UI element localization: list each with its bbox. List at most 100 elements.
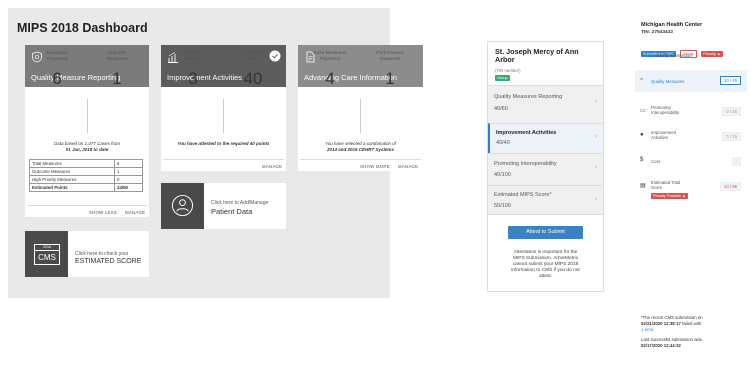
advancing-care-card: Advancing Care Information Base Measures… <box>298 45 423 171</box>
calculator-icon: ▤ <box>640 183 646 189</box>
metric-value: 1 <box>112 69 122 88</box>
score-row-label: Estimated Total Score <box>651 180 681 190</box>
quality-measure-card: Quality Measure Reporting Measures Repor… <box>25 45 149 217</box>
metric-label: Estimated Points <box>242 51 264 62</box>
divider <box>360 99 361 133</box>
metric-label: Outcome Measures <box>106 51 128 62</box>
table-cell: 1 <box>114 167 143 176</box>
score-value: 0 / 25 <box>722 107 741 116</box>
org-tin: TIN: 27543432 <box>641 30 673 35</box>
attestation-info: Attestation is important for the MIPS Su… <box>494 250 597 280</box>
estimated-score-card[interactable]: 2018 CMS Click here to check your ESTIMA… <box>25 231 149 277</box>
divider <box>163 159 284 160</box>
table-cell: 0 <box>114 175 143 184</box>
item-score: 50/100 <box>494 203 511 209</box>
tin-number: (TIN number) <box>495 68 521 73</box>
score-row-label: Promoting Interoperability <box>651 105 680 115</box>
improvement-note: You have attested to the required 40 poi… <box>177 141 270 146</box>
metric-label: Base Measures Reported <box>313 51 347 62</box>
measures-reported-metric: Measures Reported 6 <box>27 51 87 89</box>
score-row-label: Quality Measures <box>651 79 685 84</box>
footer-text: failed with <box>680 321 702 326</box>
penalty-possible-label: Penalty Possible <box>653 194 682 198</box>
table-row: Estimated Points 24/60 <box>29 183 143 192</box>
org-name: Michigan Health Center <box>641 22 703 28</box>
dollar-icon: $ <box>640 157 644 163</box>
divider <box>300 159 421 160</box>
outcome-measures-metric: Outcome Measures 1 <box>87 51 147 89</box>
show-less-link[interactable]: SHOW LESS <box>89 210 117 215</box>
attest-submit-button[interactable]: Attest to Submit <box>508 226 583 239</box>
group-summary-panel: St. Joseph Mercy of Ann Arbor (TIN numbe… <box>487 41 604 292</box>
metric-value: 1 <box>385 69 395 88</box>
score-row-label: Cost <box>651 159 660 164</box>
estimated-points-metric: Estimated Points 40 <box>223 51 283 89</box>
cms-logo: 2018 CMS <box>34 244 60 265</box>
error-link[interactable]: 1 error <box>641 53 654 58</box>
note-line: 2014 and 2015 CEHRT Systems <box>327 147 394 152</box>
error-text: during submission <box>654 53 692 58</box>
item-title: Quality Measures Reporting <box>494 94 563 100</box>
list-item-estimated-score[interactable]: Estimated MIPS Score* 50/100 › <box>488 185 603 215</box>
table-row: Outcome Measures 1 <box>29 167 143 176</box>
list-item-interoperability[interactable]: Promoting Interoperability 40/100 › <box>488 153 603 185</box>
item-title: Estimated MIPS Score* <box>494 192 552 198</box>
item-score: 40/100 <box>494 172 511 178</box>
penalty-badge-label: Penalty <box>703 52 716 56</box>
submission-footer: *The recent CMS submission on 02/21/2020… <box>641 315 745 349</box>
score-row-cost[interactable]: $ Cost - <box>635 151 747 173</box>
patient-data-card[interactable]: Click here to Add/Manage Patient Data <box>161 183 286 229</box>
score-row-total[interactable]: ▤ Estimated Total Score 10 / 85 Penalty … <box>635 176 747 206</box>
metric-value: 40 <box>243 69 263 88</box>
metric-label: Measures Reported <box>46 51 68 62</box>
score-row-quality[interactable]: ≈ Quality Measures 10 / 45 <box>635 70 747 92</box>
patient-icon-box <box>161 183 204 229</box>
patient-card-line2: Patient Data <box>211 207 253 216</box>
base-measures-metric: Base Measures Reported 4 <box>300 51 360 89</box>
info-line: attest. <box>538 274 553 279</box>
group-badge: Group <box>495 75 510 81</box>
table-cell: High Priority Measures <box>29 175 115 184</box>
organization-panel: Michigan Health Center TIN: 27543432 Sub… <box>635 12 750 378</box>
performance-measures-metric: Performance Measures 1 <box>360 51 420 89</box>
monitor-icon: ▭ <box>640 108 646 114</box>
footer-error-link[interactable]: 1 error. <box>641 327 745 333</box>
footer-date: 02/21/2020 12:38:17 <box>641 321 681 326</box>
cms-logo-box: 2018 CMS <box>25 231 68 277</box>
table-cell: 24/60 <box>114 183 143 192</box>
manage-improvement-link[interactable]: MANAGE <box>262 164 282 169</box>
note-line: 01 Jan, 2018 to date <box>65 147 109 152</box>
table-row: Total Measures 6 <box>29 159 143 168</box>
divider <box>27 205 147 206</box>
manage-aci-link[interactable]: MANAGE <box>398 164 418 169</box>
item-score: 40/40 <box>496 140 510 146</box>
cms-card-line2: ESTIMATED SCORE <box>75 258 142 265</box>
group-name: St. Joseph Mercy of Ann Arbor <box>495 48 579 64</box>
divider <box>87 99 88 133</box>
error-message: 1 error during submission <box>641 53 692 58</box>
item-title: Promoting Interoperability <box>494 161 557 167</box>
warning-icon: ▲ <box>717 52 721 56</box>
penalty-badge: Penalty ▲ <box>701 51 723 57</box>
chevron-right-icon: › <box>595 134 597 140</box>
metric-value: 4 <box>325 69 335 88</box>
check-circle-icon: ● <box>640 132 644 138</box>
list-item-quality[interactable]: Quality Measures Reporting 40/60 › <box>488 85 603 123</box>
divider <box>223 99 224 133</box>
table-cell: Outcome Measures <box>29 167 115 176</box>
patient-card-line1: Click here to Add/Manage <box>211 200 269 206</box>
pulse-icon: ≈ <box>640 77 644 83</box>
score-row-interoperability[interactable]: ▭ Promoting Interoperability 0 / 25 <box>635 100 747 122</box>
table-row: High Priority Measures 0 <box>29 175 143 184</box>
manage-quality-link[interactable]: MANAGE <box>125 210 145 215</box>
score-row-improvement[interactable]: ● Improvement Activities 0 / 15 <box>635 125 747 147</box>
improvement-activities-card: Improvement Activities Activities Select… <box>161 45 286 171</box>
score-value: 0 / 15 <box>722 132 741 141</box>
show-more-link[interactable]: SHOW MORE <box>360 164 390 169</box>
table-cell: Estimated Points <box>29 183 115 192</box>
chevron-right-icon: › <box>595 165 597 171</box>
score-value: 10 / 85 <box>719 182 741 191</box>
metric-label: Performance Measures <box>376 51 404 62</box>
score-value: - <box>731 157 741 166</box>
list-item-improvement[interactable]: Improvement Activities 40/40 › <box>488 123 603 153</box>
